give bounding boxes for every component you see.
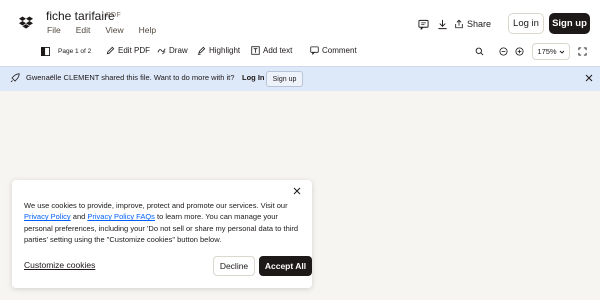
draw-button[interactable]: Draw bbox=[157, 46, 188, 55]
draw-label: Draw bbox=[169, 46, 188, 55]
text-box-icon bbox=[251, 46, 260, 55]
sidebar-toggle-icon[interactable] bbox=[41, 47, 50, 56]
banner-message: Gwenaëlle CLEMENT shared this file. Want… bbox=[26, 73, 235, 82]
fullscreen-icon[interactable] bbox=[578, 47, 587, 56]
add-text-button[interactable]: Add text bbox=[251, 46, 292, 55]
highlight-button[interactable]: Highlight bbox=[197, 46, 240, 55]
menu-view[interactable]: View bbox=[105, 25, 123, 35]
comment-label: Comment bbox=[322, 46, 357, 55]
shared-file-banner: Gwenaëlle CLEMENT shared this file. Want… bbox=[0, 66, 600, 91]
comment-icon[interactable] bbox=[416, 17, 430, 31]
pencil-icon bbox=[106, 46, 115, 55]
signup-button[interactable]: Sign up bbox=[549, 13, 590, 34]
edit-pdf-label: Edit PDF bbox=[118, 46, 151, 55]
search-icon[interactable] bbox=[475, 47, 484, 56]
close-icon[interactable] bbox=[584, 73, 594, 83]
pdf-toolbar: Page 1 of 2 Edit PDF Draw Highlight Add … bbox=[0, 40, 600, 65]
banner-login-link[interactable]: Log In bbox=[242, 73, 265, 82]
close-icon[interactable] bbox=[292, 186, 302, 196]
highlighter-icon bbox=[197, 46, 206, 55]
dropbox-logo[interactable] bbox=[18, 15, 34, 31]
share-button[interactable]: Share bbox=[454, 15, 491, 33]
login-button[interactable]: Log in bbox=[508, 13, 544, 34]
draw-icon bbox=[157, 48, 166, 55]
menu-edit[interactable]: Edit bbox=[76, 25, 91, 35]
cookie-consent-dialog: We use cookies to provide, improve, prot… bbox=[12, 180, 312, 288]
zoom-select[interactable]: 175% bbox=[532, 43, 570, 60]
page-count: Page 1 of 2 bbox=[58, 48, 92, 55]
banner-signup-button[interactable]: Sign up bbox=[266, 71, 303, 87]
menu-file[interactable]: File bbox=[47, 25, 61, 35]
customize-cookies-link[interactable]: Customize cookies bbox=[24, 260, 95, 270]
edit-pdf-button[interactable]: Edit PDF bbox=[106, 46, 150, 55]
rocket-icon bbox=[10, 73, 20, 83]
chevron-down-icon bbox=[559, 50, 564, 54]
share-label: Share bbox=[467, 19, 492, 29]
accept-all-button[interactable]: Accept All bbox=[259, 256, 312, 276]
share-icon bbox=[455, 19, 463, 29]
zoom-value: 175% bbox=[537, 47, 557, 56]
cookie-message: We use cookies to provide, improve, prot… bbox=[24, 200, 304, 245]
add-text-label: Add text bbox=[263, 46, 293, 55]
comment-button[interactable]: Comment bbox=[310, 46, 357, 55]
decline-button[interactable]: Decline bbox=[213, 256, 255, 276]
privacy-faqs-link[interactable]: Privacy Policy FAQs bbox=[87, 212, 155, 221]
file-title: fiche tarifaire bbox=[46, 9, 115, 23]
zoom-out-icon[interactable] bbox=[499, 47, 508, 56]
privacy-policy-link[interactable]: Privacy Policy bbox=[24, 212, 71, 221]
comment-icon bbox=[310, 46, 319, 55]
menu-bar: File Edit View Help bbox=[47, 25, 156, 35]
zoom-in-icon[interactable] bbox=[515, 47, 524, 56]
cookie-text-1: We use cookies to provide, improve, prot… bbox=[24, 201, 288, 210]
file-type-badge: PDF bbox=[106, 12, 121, 19]
menu-help[interactable]: Help bbox=[139, 25, 156, 35]
cookie-text-and: and bbox=[72, 212, 86, 222]
download-icon[interactable] bbox=[435, 17, 449, 31]
highlight-label: Highlight bbox=[209, 46, 241, 55]
